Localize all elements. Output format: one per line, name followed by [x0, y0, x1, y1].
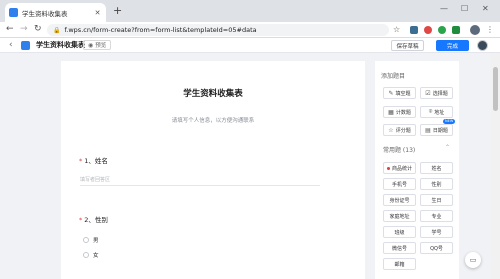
back-arrow-icon[interactable]: ← — [6, 24, 14, 35]
browser-tab[interactable]: 学生资料收集表 ✕ — [5, 3, 106, 22]
radio-option-label: 男 — [93, 238, 99, 244]
forward-arrow-icon[interactable]: → — [20, 24, 28, 35]
extension-icon[interactable] — [410, 26, 418, 34]
common-item-id-number[interactable]: 身份证号 — [383, 194, 416, 206]
pocket-extension-icon[interactable] — [424, 26, 432, 34]
add-rating-button[interactable]: ☆ 评分题 — [383, 124, 416, 136]
browser-toolbar: ← → ↻ 🔒 f.wps.cn/form-create?from=form-l… — [0, 22, 500, 38]
common-item-home-address[interactable]: 家庭地址 — [383, 210, 416, 222]
common-item-class[interactable]: 班级 — [383, 226, 416, 238]
checkbox-icon: ☑ — [425, 89, 431, 97]
new-badge: NEW — [443, 119, 456, 124]
common-item-label: 商品统计 — [391, 165, 412, 172]
tab-title: 学生资料收集表 — [22, 9, 68, 18]
common-item-email[interactable]: 邮箱 — [383, 258, 416, 270]
add-date-button[interactable]: ▤ 日期题 — [420, 124, 453, 136]
url-text: f.wps.cn/form-create?from=form-list&temp… — [64, 26, 257, 34]
add-fill-blank-button[interactable]: ✎ 填空题 — [383, 87, 416, 99]
question-2-text: 性别 — [94, 216, 108, 224]
preview-button[interactable]: ◉ 预览 — [83, 40, 112, 50]
required-asterisk: * — [79, 157, 83, 165]
add-address-button[interactable]: ⌾ 地址 — [420, 106, 453, 118]
form-canvas: 学生资料收集表 请填写个人信息，以方便沟通联系 * 1、姓名 填写者回答区 * 2、… — [61, 61, 365, 279]
question-2-number: 2、 — [84, 216, 95, 224]
form-title[interactable]: 学生资料收集表 — [61, 87, 365, 99]
add-counter-button[interactable]: ▦ 计数题 — [383, 106, 416, 118]
chrome-menu-icon[interactable]: ⋮ — [486, 25, 494, 34]
radio-option-label: 女 — [93, 253, 99, 259]
browser-tab-strip: 学生资料收集表 ✕ + — ☐ ✕ — [0, 0, 500, 22]
collapse-caret-icon[interactable]: ⌃ — [445, 144, 450, 151]
common-item-birthday[interactable]: 生日 — [420, 194, 453, 206]
common-item-qq[interactable]: QQ号 — [420, 242, 453, 254]
location-icon: ⌾ — [428, 108, 433, 115]
common-item-student-id[interactable]: 学号 — [420, 226, 453, 238]
edit-icon: ✎ — [388, 89, 394, 97]
app-header: ‹ 学生资料收集表 ◉ 预览 保存草稿 完成 — [0, 38, 500, 53]
question-1-label[interactable]: * 1、姓名 — [79, 155, 108, 165]
minimize-icon[interactable]: — — [440, 4, 448, 13]
wps-form-favicon-icon — [9, 8, 18, 17]
page-scrollbar[interactable] — [491, 53, 500, 279]
radio-circle-icon — [83, 252, 89, 258]
red-dot-icon — [386, 166, 390, 170]
header-form-title: 学生资料收集表 — [36, 41, 85, 49]
star-icon: ☆ — [388, 126, 394, 134]
question-2-label[interactable]: * 2、性别 — [79, 214, 108, 224]
type-label: 地址 — [434, 109, 445, 116]
common-item-product-stats[interactable]: 商品统计 — [383, 162, 416, 174]
sheets-extension-icon[interactable] — [452, 26, 460, 34]
question-1-answer-field[interactable]: 填写者回答区 — [80, 173, 320, 186]
back-chevron-icon[interactable]: ‹ — [9, 39, 13, 51]
chrome-profile-avatar[interactable] — [470, 25, 480, 35]
add-question-heading: 添加题目 — [381, 73, 406, 80]
counter-icon: ▦ — [388, 108, 394, 116]
question-1-text: 姓名 — [94, 157, 108, 165]
scrollbar-thumb[interactable] — [493, 67, 498, 111]
form-description[interactable]: 请填写个人信息，以方便沟通联系 — [61, 116, 365, 124]
close-window-icon[interactable]: ✕ — [482, 4, 489, 13]
reload-icon[interactable]: ↻ — [34, 24, 42, 35]
type-label: 选择题 — [432, 90, 448, 97]
common-item-name[interactable]: 姓名 — [420, 162, 453, 174]
maximize-icon[interactable]: ☐ — [461, 4, 468, 13]
save-draft-button[interactable]: 保存草稿 — [391, 40, 424, 51]
calendar-icon: ▤ — [425, 126, 431, 134]
common-item-major[interactable]: 专业 — [420, 210, 453, 222]
common-item-phone[interactable]: 手机号 — [383, 178, 416, 190]
type-label: 计数题 — [395, 109, 411, 116]
type-label: 填空题 — [395, 90, 411, 97]
type-label: 评分题 — [395, 127, 411, 134]
common-item-gender[interactable]: 性别 — [420, 178, 453, 190]
eye-icon: ◉ — [88, 41, 94, 49]
green-extension-icon[interactable] — [438, 26, 446, 34]
radio-option-male[interactable]: 男 — [83, 236, 99, 244]
form-app-logo-icon — [21, 41, 30, 50]
bookmark-star-icon[interactable]: ☆ — [393, 25, 400, 34]
tab-close-icon[interactable]: ✕ — [93, 9, 102, 17]
common-questions-heading: 常用题 (13) — [383, 147, 416, 154]
address-bar[interactable]: 🔒 f.wps.cn/form-create?from=form-list&te… — [47, 24, 389, 36]
radio-circle-icon — [83, 237, 89, 243]
radio-option-female[interactable]: 女 — [83, 251, 99, 259]
done-button[interactable]: 完成 — [436, 40, 469, 51]
common-item-wechat[interactable]: 微信号 — [383, 242, 416, 254]
new-tab-plus-icon[interactable]: + — [113, 5, 122, 16]
user-avatar[interactable] — [477, 40, 488, 51]
preview-label: 预览 — [95, 43, 107, 49]
chat-bubble-icon[interactable]: ▭ — [465, 252, 481, 268]
add-choice-button[interactable]: ☑ 选择题 — [420, 87, 453, 99]
lock-icon: 🔒 — [53, 26, 61, 34]
required-asterisk: * — [79, 216, 83, 224]
question-1-number: 1、 — [84, 157, 95, 165]
type-label: 日期题 — [432, 127, 448, 134]
